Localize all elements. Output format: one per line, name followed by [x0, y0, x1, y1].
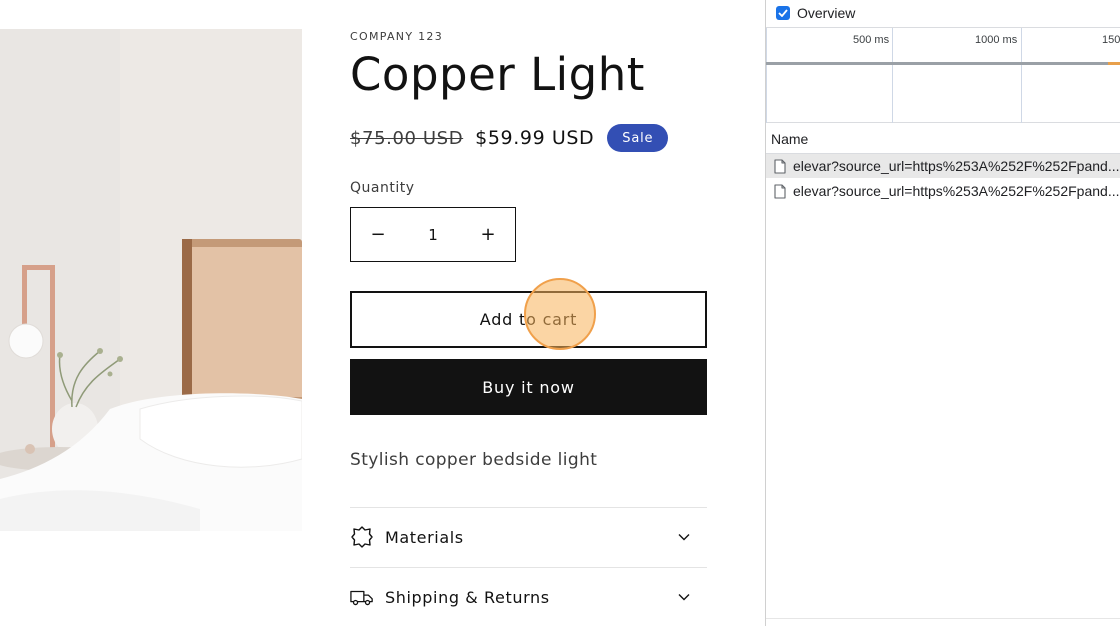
accordion-shipping-returns[interactable]: Shipping & Returns	[350, 567, 707, 626]
product-image[interactable]	[0, 29, 302, 531]
overview-label: Overview	[797, 5, 856, 21]
truck-icon	[350, 585, 374, 609]
compare-at-price: $75.00 USD	[350, 127, 464, 149]
product-photo	[0, 29, 302, 531]
chevron-down-icon	[677, 590, 691, 604]
product-title: Copper Light	[350, 48, 645, 101]
timeline-tick-label: 150	[1102, 34, 1120, 46]
quantity-decrement-button[interactable]: −	[351, 208, 405, 261]
quantity-input[interactable]	[405, 208, 461, 261]
quantity-label: Quantity	[350, 180, 415, 196]
timeline-gridline	[892, 28, 893, 123]
product-info: COMPANY 123 Copper Light $75.00 USD $59.…	[350, 0, 707, 626]
product-vendor: COMPANY 123	[350, 30, 444, 43]
quantity-stepper: − +	[350, 207, 516, 262]
timeline-tick-label: 1000 ms	[975, 34, 1018, 46]
timeline-gridline	[1021, 28, 1022, 123]
name-column-header[interactable]: Name	[766, 123, 1120, 154]
materials-icon	[350, 525, 374, 549]
price-row: $75.00 USD $59.99 USD Sale	[350, 122, 669, 154]
checkbox-checked-icon[interactable]	[776, 6, 790, 20]
timeline-gridline	[766, 28, 767, 123]
overview-toggle[interactable]: Overview	[776, 4, 855, 22]
accordion-shipping-returns-label: Shipping & Returns	[385, 587, 550, 607]
product-description: Stylish copper bedside light	[350, 450, 598, 470]
timeline-activity-marker	[1108, 62, 1120, 65]
document-icon	[774, 158, 786, 174]
request-name: elevar?source_url=https%253A%252F%252Fpa…	[793, 158, 1120, 174]
network-timeline-overview[interactable]: 500 ms 1000 ms 150	[766, 27, 1120, 123]
devtools-footer-edge	[766, 618, 1120, 626]
buy-it-now-button[interactable]: Buy it now	[350, 359, 707, 415]
sale-price: $59.99 USD	[475, 127, 595, 149]
quantity-increment-button[interactable]: +	[461, 208, 515, 261]
request-name: elevar?source_url=https%253A%252F%252Fpa…	[793, 183, 1120, 199]
accordion-materials[interactable]: Materials	[350, 507, 707, 566]
timeline-tick-label: 500 ms	[853, 34, 890, 46]
chevron-down-icon	[677, 530, 691, 544]
request-row[interactable]: elevar?source_url=https%253A%252F%252Fpa…	[766, 154, 1120, 178]
devtools-network-panel: Overview 500 ms 1000 ms 150 Name elevar?…	[765, 0, 1120, 626]
accordion-materials-label: Materials	[385, 527, 464, 547]
request-row[interactable]: elevar?source_url=https%253A%252F%252Fpa…	[766, 179, 1120, 203]
timeline-activity-bar	[766, 62, 1120, 65]
sale-badge: Sale	[607, 124, 669, 152]
name-column-label: Name	[771, 131, 809, 147]
add-to-cart-button[interactable]: Add to cart	[350, 291, 707, 348]
document-icon	[774, 183, 786, 199]
